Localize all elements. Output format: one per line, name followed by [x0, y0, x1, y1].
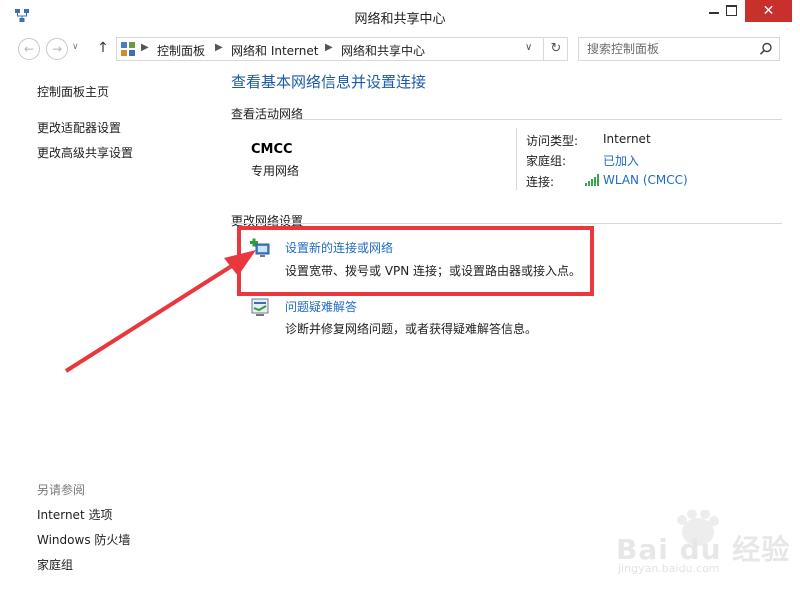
search-input[interactable]: [579, 38, 757, 60]
troubleshoot-problems-link[interactable]: 问题疑难解答: [285, 298, 357, 315]
address-dropdown-icon[interactable]: ∨: [525, 42, 532, 53]
forward-arrow-icon: →: [51, 42, 63, 56]
network-sharing-center-window: 网络和共享中心 ✕ ← → ∨ ↑ ▶ 控制面板 ▶ 网络和 Internet …: [0, 0, 800, 600]
close-icon: ✕: [762, 3, 775, 19]
section-divider: [231, 119, 782, 120]
page-title: 查看基本网络信息并设置连接: [231, 73, 427, 91]
right-edge-scroll-area: [782, 66, 800, 600]
search-icon[interactable]: [759, 42, 773, 56]
up-button[interactable]: ↑: [96, 39, 110, 57]
window-title: 网络和共享中心: [354, 12, 446, 27]
see-also-label: 另请参阅: [37, 483, 86, 497]
recent-pages-chevron-icon[interactable]: ∨: [72, 42, 79, 52]
section-divider: [231, 223, 782, 224]
network-type-link[interactable]: 专用网络: [251, 162, 299, 179]
see-also-windows-firewall[interactable]: Windows 防火墙: [37, 531, 130, 548]
breadcrumb-separator-icon: ▶: [141, 42, 149, 53]
back-button[interactable]: ←: [18, 38, 40, 60]
watermark-url: jingyan.baidu.com: [618, 562, 720, 575]
access-type-value: Internet: [603, 132, 651, 146]
maximize-button[interactable]: [717, 0, 745, 22]
back-arrow-icon: ←: [23, 42, 35, 56]
search-box[interactable]: [578, 37, 780, 61]
breadcrumb-network-internet[interactable]: 网络和 Internet: [231, 42, 318, 59]
see-also-homegroup[interactable]: 家庭组: [37, 556, 73, 573]
annotation-highlight-box: [237, 226, 594, 296]
breadcrumb-separator-icon: ▶: [215, 42, 223, 53]
breadcrumb-network-sharing-center[interactable]: 网络和共享中心: [341, 42, 425, 59]
network-info-separator: [516, 128, 517, 190]
breadcrumb-control-panel[interactable]: 控制面板: [157, 42, 205, 59]
homegroup-label: 家庭组:: [526, 154, 567, 168]
connections-label: 连接:: [526, 175, 555, 189]
title-bar: 网络和共享中心 ✕: [0, 0, 800, 32]
address-bar[interactable]: ▶ 控制面板 ▶ 网络和 Internet ▶ 网络和共享中心 ∨ ↻: [116, 37, 568, 61]
forward-button[interactable]: →: [46, 38, 68, 60]
network-name: CMCC: [251, 142, 293, 157]
navigation-bar: ← → ∨ ↑ ▶ 控制面板 ▶ 网络和 Internet ▶ 网络和共享中心 …: [0, 32, 800, 66]
wlan-connection-link[interactable]: WLAN (CMCC): [603, 173, 688, 187]
control-panel-icon: [121, 42, 135, 56]
up-arrow-icon: ↑: [97, 40, 109, 56]
access-type-label: 访问类型:: [526, 134, 579, 148]
troubleshoot-problems-description: 诊断并修复网络问题，或者获得疑难解答信息。: [285, 322, 538, 336]
refresh-button[interactable]: ↻: [543, 38, 568, 60]
breadcrumb-separator-icon: ▶: [325, 42, 333, 53]
left-task-pane: 控制面板主页 更改适配器设置 更改高级共享设置 另请参阅 Internet 选项…: [0, 66, 222, 600]
sidebar-link-control-panel-home[interactable]: 控制面板主页: [37, 83, 109, 100]
sidebar-link-advanced-sharing[interactable]: 更改高级共享设置: [37, 144, 133, 161]
see-also-internet-options[interactable]: Internet 选项: [37, 506, 112, 523]
sidebar-link-adapter-settings[interactable]: 更改适配器设置: [37, 119, 121, 136]
homegroup-value-link[interactable]: 已加入: [603, 152, 639, 169]
wifi-signal-icon: [585, 174, 599, 186]
close-button[interactable]: ✕: [745, 0, 792, 22]
troubleshoot-icon[interactable]: [249, 296, 271, 318]
refresh-icon: ↻: [550, 41, 562, 56]
